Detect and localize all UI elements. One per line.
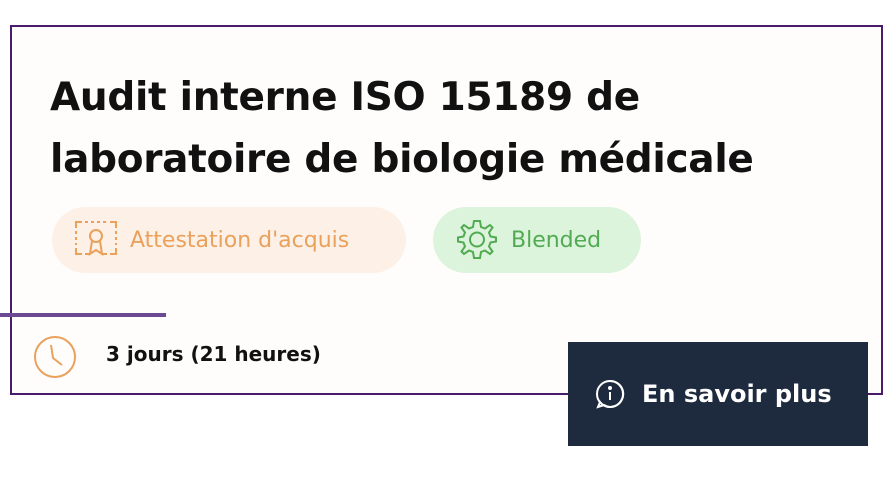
badge-attestation: Attestation d'acquis — [52, 207, 406, 273]
info-icon — [594, 378, 626, 410]
certificate-icon — [74, 218, 118, 262]
accent-divider — [0, 313, 166, 317]
course-title-line-2: laboratoire de biologie médicale — [50, 137, 754, 182]
course-card: Audit interne ISO 15189 de laboratoire d… — [10, 25, 883, 395]
learn-more-button[interactable]: En savoir plus — [568, 342, 868, 446]
badge-blended-label: Blended — [511, 227, 602, 253]
gear-icon — [455, 218, 499, 262]
learn-more-label: En savoir plus — [642, 380, 832, 408]
course-title-line-1: Audit interne ISO 15189 de — [50, 75, 640, 120]
badge-attestation-label: Attestation d'acquis — [130, 227, 350, 253]
badge-blended: Blended — [433, 207, 641, 273]
course-duration: 3 jours (21 heures) — [106, 342, 321, 366]
course-title: Audit interne ISO 15189 de laboratoire d… — [50, 67, 830, 191]
clock-icon — [32, 334, 78, 380]
